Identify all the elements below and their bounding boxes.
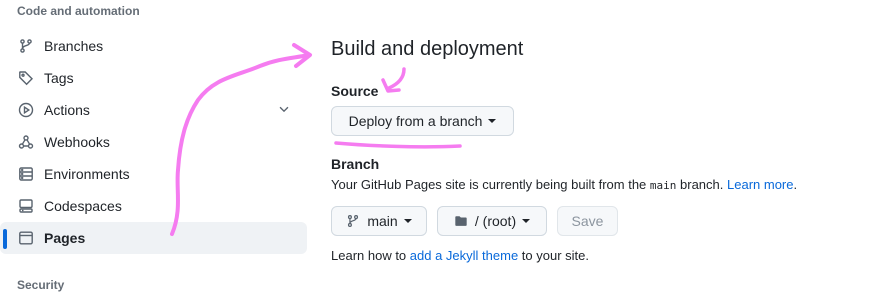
branch-label: Branch — [331, 156, 380, 172]
sidebar-item-label: Codespaces — [44, 198, 122, 214]
sidebar-next-section-title: Security — [17, 278, 65, 292]
browser-icon — [17, 229, 35, 247]
git-branch-icon — [348, 215, 359, 227]
branch-desc-prefix: Your GitHub Pages site is currently bein… — [331, 177, 650, 192]
server-icon — [17, 165, 35, 183]
caret-down-icon — [403, 219, 412, 223]
branch-desc-suffix: branch. — [676, 177, 727, 192]
sidebar-item-actions[interactable]: Actions — [0, 94, 307, 126]
jekyll-note: Learn how to add a Jekyll theme to your … — [331, 248, 589, 263]
folder-icon — [455, 216, 467, 226]
folder-select-button[interactable]: / (root) — [437, 206, 547, 236]
sidebar-item-webhooks[interactable]: Webhooks — [0, 126, 307, 158]
jekyll-prefix: Learn how to — [331, 248, 410, 263]
git-branch-icon — [17, 37, 35, 55]
folder-select-label: / (root) — [474, 213, 517, 229]
sidebar-item-label: Branches — [44, 38, 104, 54]
branch-select-button[interactable]: main — [331, 206, 427, 236]
caret-down-icon — [522, 219, 531, 223]
codespaces-icon — [17, 197, 35, 215]
sidebar-item-label: Pages — [44, 230, 86, 246]
source-label: Source — [331, 83, 379, 99]
branch-desc-code: main — [649, 179, 677, 192]
sidebar-item-label: Webhooks — [44, 134, 110, 150]
jekyll-suffix: to your site. — [518, 248, 589, 263]
play-icon — [17, 101, 35, 119]
sidebar-item-label: Tags — [44, 70, 74, 86]
sidebar-item-codespaces[interactable]: Codespaces — [0, 190, 307, 222]
sidebar-item-label: Actions — [44, 102, 90, 118]
save-button[interactable]: Save — [557, 206, 618, 236]
save-button-label: Save — [571, 213, 604, 229]
active-indicator — [3, 229, 7, 249]
page-title: Build and deployment — [331, 38, 524, 60]
chevron-down-icon[interactable] — [277, 102, 293, 118]
caret-down-icon — [488, 119, 497, 123]
period: . — [793, 177, 798, 192]
learn-more-link[interactable]: Learn more — [727, 177, 793, 192]
source-dropdown-button[interactable]: Deploy from a branch — [331, 106, 514, 136]
source-dropdown-label: Deploy from a branch — [348, 113, 483, 129]
tag-icon — [17, 69, 35, 87]
webhook-icon — [17, 133, 35, 151]
jekyll-theme-link[interactable]: add a Jekyll theme — [410, 248, 518, 263]
sidebar-item-pages[interactable]: Pages — [0, 222, 307, 254]
sidebar-item-environments[interactable]: Environments — [0, 158, 307, 190]
sidebar-item-label: Environments — [44, 166, 130, 182]
annotation-small-arrow — [381, 67, 406, 93]
sidebar-nav: Branches Tags Actions Webhooks Environme… — [0, 30, 310, 254]
branch-description: Your GitHub Pages site is currently bein… — [331, 177, 797, 192]
sidebar-item-branches[interactable]: Branches — [0, 30, 307, 62]
annotation-underline — [334, 141, 462, 149]
sidebar-section-title: Code and automation — [17, 4, 140, 18]
branch-select-label: main — [367, 213, 398, 229]
sidebar-item-tags[interactable]: Tags — [0, 62, 307, 94]
